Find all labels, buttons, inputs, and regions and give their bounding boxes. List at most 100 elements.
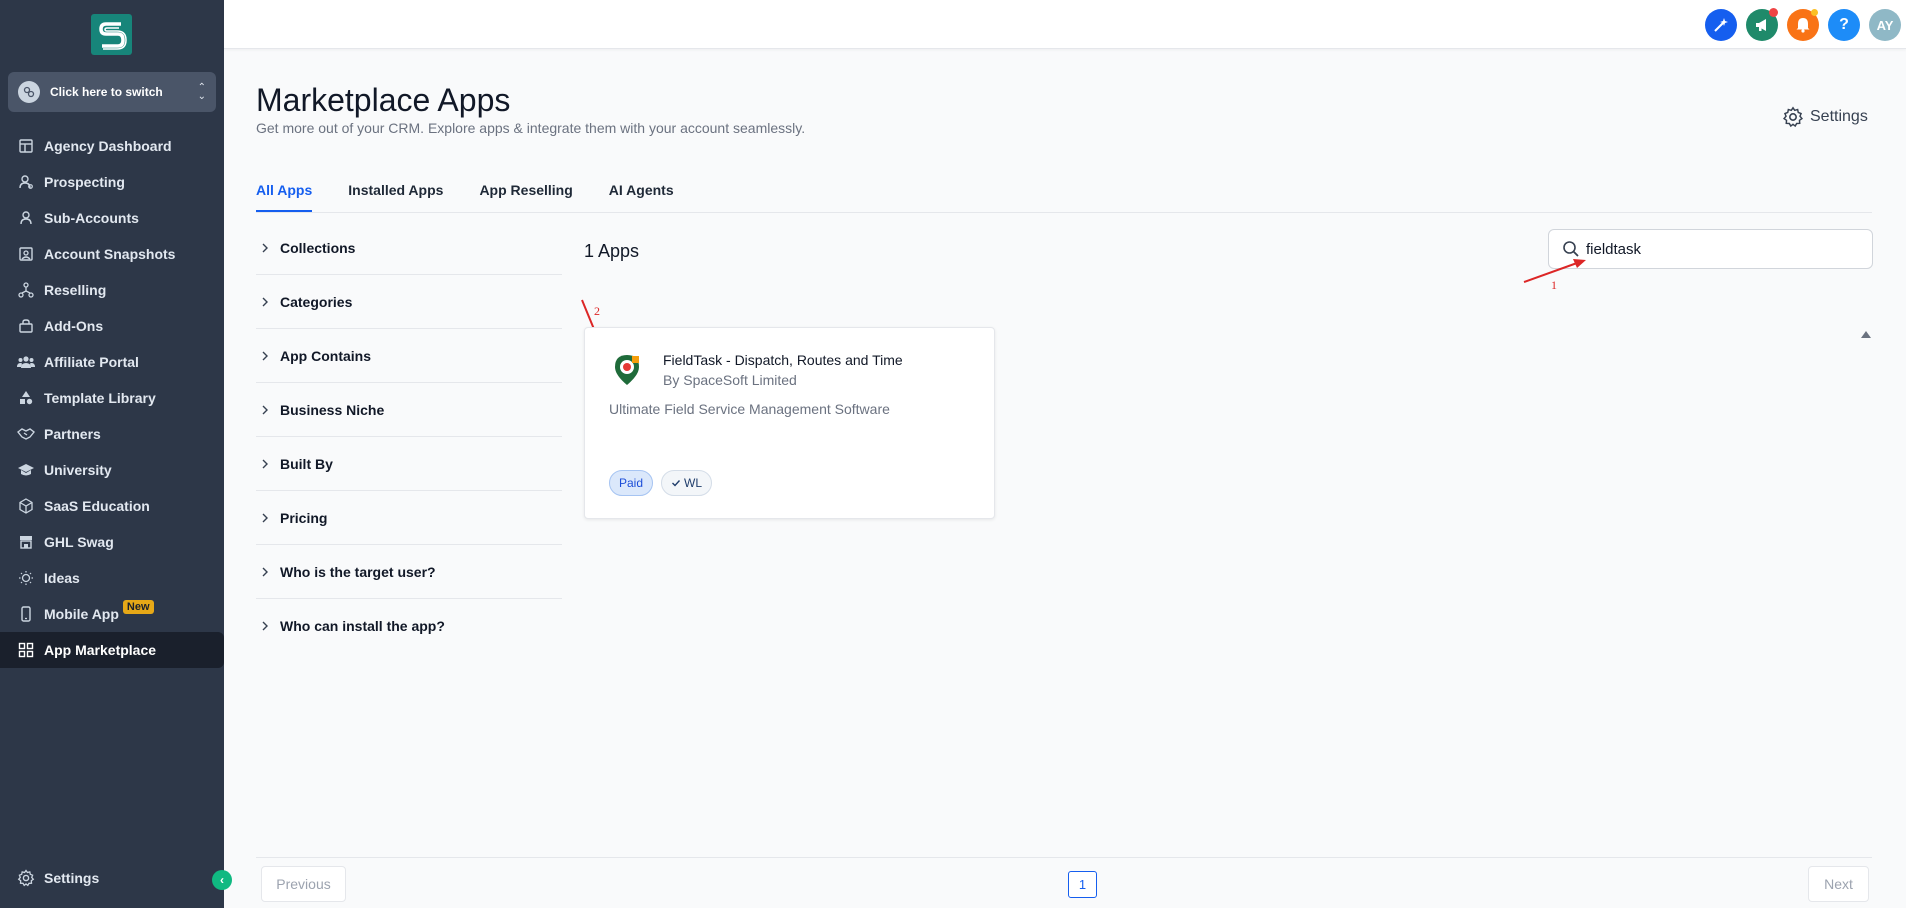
help-button[interactable]: ?: [1828, 9, 1860, 41]
new-badge: New: [122, 600, 154, 614]
fieldtask-logo-icon: [615, 355, 639, 385]
app-description: Ultimate Field Service Management Softwa…: [609, 401, 890, 417]
tab-app-reselling[interactable]: App Reselling: [479, 182, 572, 212]
filter-app-contains[interactable]: App Contains: [256, 329, 562, 383]
wl-tag: WL: [661, 470, 713, 496]
chevron-right-icon: [260, 404, 270, 416]
sidebar-item-saas-education[interactable]: SaaS Education: [0, 488, 224, 524]
sidebar-item-add-ons[interactable]: Add-Ons: [0, 308, 224, 344]
filter-target-user[interactable]: Who is the target user?: [256, 545, 562, 599]
filter-panel: Collections Categories App Contains Busi…: [256, 221, 562, 653]
search-icon: [1563, 241, 1579, 257]
sidebar-item-label: SaaS Education: [44, 498, 150, 514]
tab-ai-agents[interactable]: AI Agents: [609, 182, 674, 212]
notification-dot: [1811, 9, 1818, 16]
sidebar-item-ghl-swag[interactable]: GHL Swag: [0, 524, 224, 560]
app-logo: [609, 352, 645, 388]
sidebar-settings-label: Settings: [44, 870, 100, 886]
sidebar-nav: Agency Dashboard Prospecting Sub-Account…: [0, 128, 224, 668]
sidebar-item-label: Prospecting: [44, 174, 125, 190]
collapse-sidebar-button[interactable]: ‹: [212, 870, 232, 890]
tab-installed-apps[interactable]: Installed Apps: [348, 182, 443, 212]
company-logo[interactable]: [91, 14, 132, 55]
sidebar-item-template-library[interactable]: Template Library: [0, 380, 224, 416]
filter-who-can-install[interactable]: Who can install the app?: [256, 599, 562, 653]
top-bar: ? AY: [224, 0, 1906, 49]
filter-label: Who can install the app?: [280, 618, 445, 634]
chevron-right-icon: [260, 458, 270, 470]
sidebar-item-affiliate-portal[interactable]: Affiliate Portal: [0, 344, 224, 380]
app-card[interactable]: FieldTask - Dispatch, Routes and Time By…: [584, 327, 995, 519]
page-subtitle: Get more out of your CRM. Explore apps &…: [256, 120, 806, 136]
filter-label: Business Niche: [280, 401, 385, 418]
shapes-icon: [17, 389, 35, 407]
sidebar-item-reselling[interactable]: Reselling: [0, 272, 224, 308]
chevron-left-icon: ‹: [220, 873, 224, 887]
marketplace-tabs: All Apps Installed Apps App Reselling AI…: [256, 182, 710, 212]
paid-tag: Paid: [609, 470, 654, 496]
notifications-button[interactable]: [1787, 9, 1819, 41]
avatar-initials: AY: [1876, 17, 1894, 33]
chevron-right-icon: [260, 620, 270, 632]
page-number-1[interactable]: 1: [1068, 871, 1097, 898]
account-switcher[interactable]: Click here to switch ⌃ ⌄: [8, 72, 216, 112]
filter-built-by[interactable]: Built By: [256, 437, 562, 491]
sidebar-item-sub-accounts[interactable]: Sub-Accounts: [0, 200, 224, 236]
filter-categories[interactable]: Categories: [256, 275, 562, 329]
app-tags: Paid WL: [609, 470, 720, 496]
user-avatar[interactable]: AY: [1869, 9, 1901, 41]
handshake-icon: [17, 425, 35, 443]
tab-all-apps[interactable]: All Apps: [256, 182, 313, 212]
annotation-label-2: 2: [594, 304, 600, 318]
settings-label: Settings: [1810, 108, 1868, 125]
app-name: FieldTask - Dispatch, Routes and Time: [663, 352, 903, 368]
search-box[interactable]: [1548, 229, 1873, 269]
sidebar-item-label: Sub-Accounts: [44, 210, 139, 226]
previous-page-button[interactable]: Previous: [261, 866, 346, 902]
graduation-cap-icon: [17, 461, 35, 479]
users-icon: [17, 353, 35, 371]
sidebar: Click here to switch ⌃ ⌄ Agency Dashboard…: [0, 0, 232, 908]
sidebar-item-label: GHL Swag: [44, 534, 114, 550]
sidebar-item-prospecting[interactable]: Prospecting: [0, 164, 224, 200]
sidebar-settings[interactable]: Settings: [0, 860, 224, 896]
mobile-icon: [17, 605, 35, 623]
sidebar-item-university[interactable]: University: [0, 452, 224, 488]
search-input[interactable]: [1586, 240, 1856, 258]
sidebar-item-mobile-app[interactable]: Mobile App New: [0, 596, 224, 632]
sidebar-item-ideas[interactable]: Ideas: [0, 560, 224, 596]
next-page-button[interactable]: Next: [1808, 866, 1869, 902]
filter-pricing[interactable]: Pricing: [256, 491, 562, 545]
sidebar-item-label: Template Library: [44, 390, 156, 406]
quick-actions-button[interactable]: [1705, 9, 1737, 41]
app-developer: By SpaceSoft Limited: [663, 372, 797, 388]
sidebar-item-partners[interactable]: Partners: [0, 416, 224, 452]
sidebar-item-label: App Marketplace: [44, 642, 157, 658]
gear-icon: [1783, 106, 1803, 128]
user-icon: [17, 209, 35, 227]
prospecting-icon: [17, 173, 35, 191]
sidebar-item-label: Add-Ons: [44, 318, 104, 334]
sidebar-item-account-snapshots[interactable]: Account Snapshots: [0, 236, 224, 272]
chevron-right-icon: [260, 296, 270, 308]
chevron-right-icon: [260, 350, 270, 362]
announcements-button[interactable]: [1746, 8, 1778, 41]
filter-collections[interactable]: Collections: [256, 221, 562, 275]
scroll-up-arrow[interactable]: [1861, 331, 1871, 338]
dashboard-icon: [17, 137, 35, 155]
bell-icon: [1796, 18, 1810, 33]
chevron-right-icon: [260, 566, 270, 578]
help-icon: ?: [1839, 16, 1849, 33]
filter-label: Pricing: [280, 509, 328, 526]
filter-business-niche[interactable]: Business Niche: [256, 383, 562, 437]
sidebar-item-app-marketplace[interactable]: App Marketplace: [0, 632, 224, 668]
marketplace-settings-button[interactable]: Settings: [1782, 106, 1868, 128]
chevron-up-down-icon: ⌃ ⌄: [197, 82, 206, 102]
bag-icon: [17, 317, 35, 335]
apps-count: 1 Apps: [584, 241, 640, 261]
snapshot-icon: [17, 245, 35, 263]
cube-icon: [17, 497, 35, 515]
pagination-divider: [256, 857, 1872, 858]
sidebar-item-label: Reselling: [44, 282, 107, 298]
sidebar-item-agency-dashboard[interactable]: Agency Dashboard: [0, 128, 224, 164]
